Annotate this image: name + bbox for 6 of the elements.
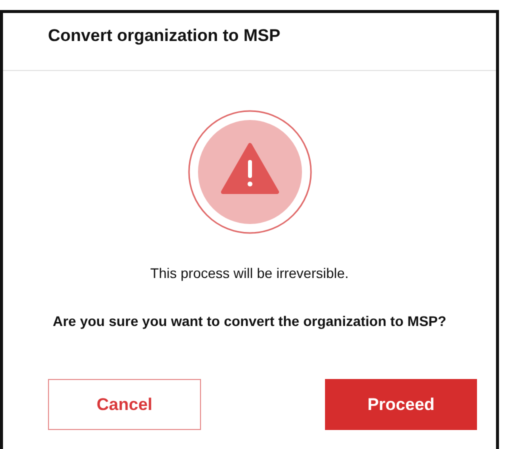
- message-text: This process will be irreversible.: [150, 265, 349, 281]
- proceed-button[interactable]: Proceed: [325, 379, 477, 430]
- cancel-button[interactable]: Cancel: [48, 379, 201, 430]
- warning-icon: [188, 110, 312, 234]
- dialog-title: Convert organization to MSP: [48, 26, 282, 46]
- confirmation-question: Are you sure you want to convert the organization to MSP?: [52, 313, 446, 329]
